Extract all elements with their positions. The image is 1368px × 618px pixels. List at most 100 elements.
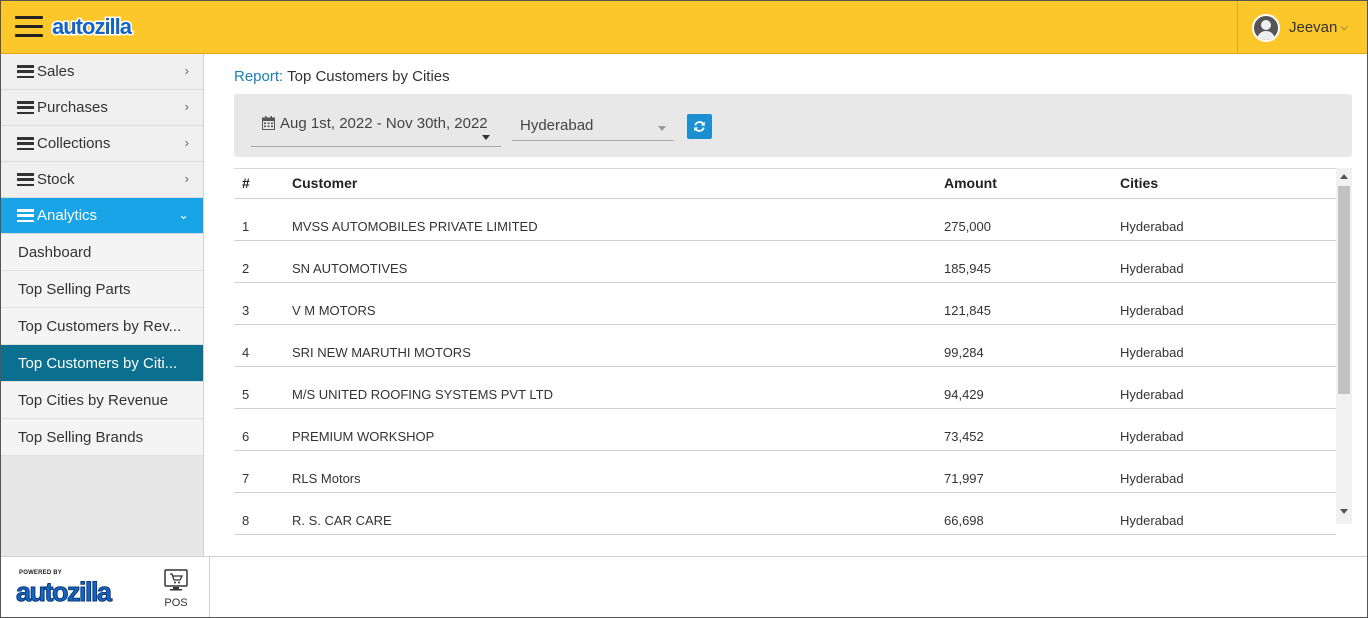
column-header-cities[interactable]: Cities <box>1120 169 1336 199</box>
cell-amount: 73,452 <box>944 408 1120 451</box>
sidebar-subitem-label: Top Selling Parts <box>18 280 131 298</box>
autozilla-logo[interactable]: autozilla <box>50 13 138 41</box>
breadcrumb-report-link[interactable]: Report <box>234 68 279 85</box>
pos-button[interactable]: POS <box>161 569 191 609</box>
sidebar-item-purchases[interactable]: Purchases › <box>1 90 203 126</box>
sidebar-subitem-top-selling-brands[interactable]: Top Selling Brands <box>1 419 203 456</box>
caret-down-icon <box>482 135 490 140</box>
table-row[interactable]: 2 SN AUTOMOTIVES 185,945 Hyderabad <box>234 240 1336 283</box>
cell-city: Hyderabad <box>1120 240 1336 283</box>
powered-by-label: POWERED BY <box>19 570 63 576</box>
sidebar-subitem-dashboard[interactable]: Dashboard <box>1 234 203 271</box>
scroll-up-arrow-icon[interactable] <box>1340 174 1348 179</box>
cell-num: 2 <box>234 240 292 283</box>
sidebar-item-collections[interactable]: Collections › <box>1 126 203 162</box>
cell-customer: SRI NEW MARUTHI MOTORS <box>292 324 944 367</box>
chevron-right-icon: › <box>184 99 189 114</box>
app-window: autozilla Jeevan ⌵ Sales › Purchases › C… <box>0 0 1368 618</box>
city-select-value: Hyderabad <box>520 117 594 134</box>
list-icon <box>17 173 34 186</box>
list-icon <box>17 65 34 78</box>
cell-num: 1 <box>234 198 292 241</box>
user-avatar-icon <box>1252 13 1280 42</box>
table-row[interactable]: 4 SRI NEW MARUTHI MOTORS 99,284 Hyderaba… <box>234 324 1336 367</box>
table-row[interactable]: 5 M/S UNITED ROOFING SYSTEMS PVT LTD 94,… <box>234 366 1336 409</box>
filter-panel: Aug 1st, 2022 - Nov 30th, 2022 Hyderabad <box>234 94 1352 157</box>
scrollbar-thumb[interactable] <box>1338 186 1350 394</box>
cell-amount: 71,997 <box>944 450 1120 493</box>
table-scrollbar[interactable] <box>1336 168 1352 524</box>
sidebar-item-sales[interactable]: Sales › <box>1 54 203 90</box>
sidebar-item-label: Collections <box>37 135 111 152</box>
pos-label: POS <box>164 597 188 609</box>
cell-num: 3 <box>234 282 292 325</box>
cell-city: Hyderabad <box>1120 198 1336 241</box>
sidebar-subitem-top-customers-by-revenue[interactable]: Top Customers by Rev... <box>1 308 203 345</box>
list-icon <box>17 209 34 222</box>
list-icon <box>17 137 34 150</box>
table-row[interactable]: 1 MVSS AUTOMOBILES PRIVATE LIMITED 275,0… <box>234 198 1336 241</box>
sidebar-item-label: Purchases <box>37 99 108 116</box>
cell-num: 6 <box>234 408 292 451</box>
top-header: autozilla Jeevan ⌵ <box>1 1 1367 54</box>
refresh-button[interactable] <box>687 114 712 139</box>
sidebar-item-label: Analytics <box>37 207 98 224</box>
chevron-right-icon: › <box>184 135 189 150</box>
column-header-customer[interactable]: Customer <box>292 169 944 199</box>
cell-city: Hyderabad <box>1120 450 1336 493</box>
cell-num: 4 <box>234 324 292 367</box>
menu-toggle-icon[interactable] <box>15 16 43 38</box>
sidebar-subitem-label: Top Customers by Rev... <box>18 317 182 335</box>
sidebar-subitem-label: Dashboard <box>18 243 92 261</box>
cell-city: Hyderabad <box>1120 492 1336 535</box>
report-table-container[interactable]: # Customer Amount Cities 1 MVSS AUTOMOBI… <box>234 168 1336 556</box>
cell-customer: R. S. CAR CARE <box>292 492 944 535</box>
scroll-down-arrow-icon[interactable] <box>1340 509 1348 514</box>
sidebar-item-label: Sales <box>37 63 75 80</box>
cell-num: 8 <box>234 492 292 535</box>
cell-amount: 275,000 <box>944 198 1120 241</box>
autozilla-footer-logo: autozilla <box>16 577 115 607</box>
sidebar-item-label: Stock <box>37 171 75 188</box>
pos-cart-icon <box>164 569 188 591</box>
footer-brand-area: POWERED BY autozilla POS <box>1 557 210 617</box>
cell-num: 7 <box>234 450 292 493</box>
column-header-amount[interactable]: Amount <box>944 169 1120 199</box>
caret-down-icon <box>658 126 666 131</box>
sidebar-subitem-top-customers-by-cities[interactable]: Top Customers by Citi... <box>1 345 203 382</box>
chevron-down-icon: ⌵ <box>1340 22 1348 33</box>
date-range-picker[interactable]: Aug 1st, 2022 - Nov 30th, 2022 <box>251 113 501 147</box>
sidebar-item-analytics[interactable]: Analytics ⌄ <box>1 198 203 234</box>
city-select[interactable]: Hyderabad <box>512 116 674 141</box>
table-header-row: # Customer Amount Cities <box>234 169 1336 199</box>
table-row[interactable]: 3 V M MOTORS 121,845 Hyderabad <box>234 282 1336 325</box>
cell-num: 5 <box>234 366 292 409</box>
svg-text:autozilla: autozilla <box>52 14 133 39</box>
breadcrumb: Report: Top Customers by Cities <box>234 68 450 85</box>
main-content: Report: Top Customers by Cities Aug 1st,… <box>205 54 1367 556</box>
calendar-icon <box>262 116 275 130</box>
cell-amount: 121,845 <box>944 282 1120 325</box>
user-menu[interactable]: Jeevan ⌵ <box>1237 1 1367 54</box>
table-row[interactable]: 7 RLS Motors 71,997 Hyderabad <box>234 450 1336 493</box>
chevron-down-icon: ⌄ <box>178 207 189 222</box>
sidebar-subitem-label: Top Cities by Revenue <box>18 391 169 409</box>
cell-city: Hyderabad <box>1120 366 1336 409</box>
cell-city: Hyderabad <box>1120 282 1336 325</box>
column-header-num[interactable]: # <box>234 169 292 199</box>
cell-amount: 99,284 <box>944 324 1120 367</box>
sidebar-subitem-label: Top Selling Brands <box>18 428 144 446</box>
cell-customer: PREMIUM WORKSHOP <box>292 408 944 451</box>
sidebar-subitem-top-cities-by-revenue[interactable]: Top Cities by Revenue <box>1 382 203 419</box>
sidebar: Sales › Purchases › Collections › Stock … <box>1 54 204 556</box>
table-row[interactable]: 6 PREMIUM WORKSHOP 73,452 Hyderabad <box>234 408 1336 451</box>
cell-city: Hyderabad <box>1120 324 1336 367</box>
sidebar-item-stock[interactable]: Stock › <box>1 162 203 198</box>
cell-customer: V M MOTORS <box>292 282 944 325</box>
cell-city: Hyderabad <box>1120 408 1336 451</box>
date-range-value: Aug 1st, 2022 - Nov 30th, 2022 <box>280 115 488 132</box>
report-table: # Customer Amount Cities 1 MVSS AUTOMOBI… <box>234 169 1336 535</box>
table-row[interactable]: 8 R. S. CAR CARE 66,698 Hyderabad <box>234 492 1336 535</box>
user-name: Jeevan <box>1289 19 1338 36</box>
sidebar-subitem-top-selling-parts[interactable]: Top Selling Parts <box>1 271 203 308</box>
